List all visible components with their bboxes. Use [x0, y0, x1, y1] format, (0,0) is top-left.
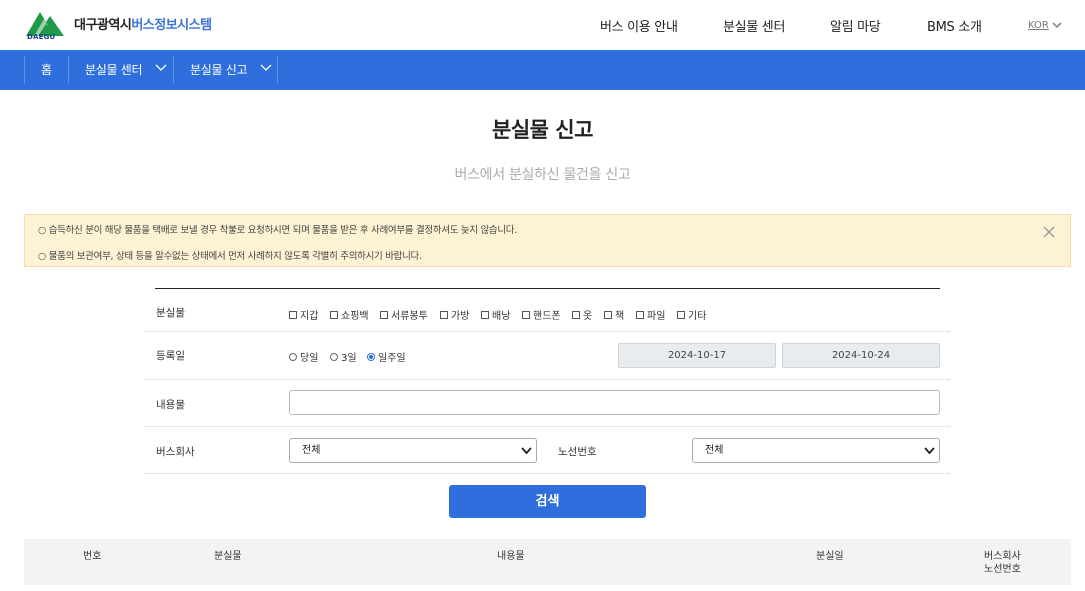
- radio-3-days[interactable]: 3일: [330, 349, 357, 364]
- checkbox-box[interactable]: [572, 310, 580, 319]
- close-icon[interactable]: [1043, 226, 1055, 238]
- results-table-header: 번호 분실물 내용물 분실일 버스회사 노선번호: [24, 539, 1071, 585]
- row-divider: [145, 473, 950, 474]
- logo-wordmark: DAEGU: [27, 33, 56, 41]
- checkbox-box[interactable]: [636, 310, 644, 319]
- checkbox-label: 기타: [688, 311, 707, 322]
- checkbox-label: 핸드폰: [533, 311, 561, 322]
- checkbox-label: 가방: [451, 311, 470, 322]
- radio-dot-selected[interactable]: [367, 352, 375, 361]
- checkbox-phone[interactable]: 핸드폰: [522, 307, 561, 322]
- column-header-content: 내용물: [497, 551, 525, 562]
- chevron-down-icon[interactable]: [260, 64, 272, 72]
- column-header-lost-date: 분실일: [816, 551, 844, 562]
- nav-divider: [24, 56, 25, 84]
- notice-line: ○ 물품의 보관여부, 상태 등을 알수없는 상태에서 먼저 사례하지 않도록 …: [38, 251, 422, 262]
- site-header: DAEGU 대구광역시버스정보시스템 버스 이용 안내 분실물 센터 알림 마당…: [0, 0, 1085, 50]
- checkbox-box[interactable]: [604, 310, 612, 319]
- select-value: 전체: [302, 445, 321, 456]
- checkbox-box[interactable]: [330, 310, 338, 319]
- checkbox-label: 지갑: [300, 311, 319, 322]
- checkbox-shopping-bag[interactable]: 쇼핑백: [330, 307, 369, 322]
- checkbox-label: 서류봉투: [391, 311, 428, 322]
- checkbox-box[interactable]: [522, 310, 530, 319]
- bus-company-select[interactable]: 전체: [289, 438, 537, 463]
- select-value: 전체: [705, 445, 724, 456]
- radio-dot[interactable]: [289, 352, 297, 361]
- checkbox-document-envelope[interactable]: 서류봉투: [380, 307, 428, 322]
- checkbox-other[interactable]: 기타: [677, 307, 706, 322]
- route-number-label: 노선번호: [558, 446, 597, 458]
- content-input[interactable]: [289, 390, 940, 415]
- radio-label: 일주일: [378, 353, 406, 364]
- checkbox-label: 책: [615, 311, 625, 322]
- chevron-down-icon[interactable]: [155, 64, 167, 72]
- row-divider: [145, 426, 950, 427]
- checkbox-file[interactable]: 파일: [636, 307, 665, 322]
- column-header-item: 분실물: [214, 551, 242, 562]
- checkbox-clothes[interactable]: 옷: [572, 307, 592, 322]
- breadcrumb-lost-found-center[interactable]: 분실물 센터: [85, 61, 143, 78]
- checkbox-box[interactable]: [380, 310, 388, 319]
- checkbox-box[interactable]: [677, 310, 685, 319]
- page-subtitle: 버스에서 분실하신 물건을 신고: [454, 167, 631, 183]
- checkbox-bag[interactable]: 가방: [440, 307, 469, 322]
- notice-line: ○ 습득하신 분이 해당 물품을 택배로 보낼 경우 착불로 요청하시면 되며 …: [38, 225, 517, 236]
- radio-label: 당일: [300, 353, 319, 364]
- notice-box: ○ 습득하신 분이 해당 물품을 택배로 보낼 경우 착불로 요청하시면 되며 …: [24, 214, 1071, 267]
- radio-1-week[interactable]: 일주일: [367, 349, 406, 364]
- column-header-bus-company: 버스회사: [984, 551, 1021, 562]
- checkbox-book[interactable]: 책: [604, 307, 624, 322]
- chevron-down-icon: [521, 447, 532, 455]
- checkbox-box[interactable]: [289, 310, 297, 319]
- item-type-label: 분실물: [156, 307, 185, 319]
- language-label: KOR: [1028, 20, 1049, 31]
- date-from-field[interactable]: 2024-10-17: [618, 343, 776, 368]
- row-divider: [145, 379, 950, 380]
- breadcrumb-bar: 홈 분실물 센터 분실물 신고: [0, 50, 1085, 90]
- gnb-bus-guide[interactable]: 버스 이용 안내: [600, 16, 678, 35]
- checkbox-box[interactable]: [440, 310, 448, 319]
- language-selector[interactable]: KOR: [1028, 20, 1062, 31]
- route-number-select[interactable]: 전체: [692, 438, 940, 463]
- gnb-notice[interactable]: 알림 마당: [830, 16, 881, 35]
- radio-dot[interactable]: [330, 352, 338, 361]
- checkbox-label: 옷: [583, 311, 593, 322]
- site-title[interactable]: 대구광역시버스정보시스템: [74, 14, 212, 33]
- form-top-border: [155, 288, 940, 289]
- checkbox-wallet[interactable]: 지갑: [289, 307, 318, 322]
- row-divider: [145, 331, 950, 332]
- chevron-down-icon: [924, 447, 935, 455]
- gnb-bms-intro[interactable]: BMS 소개: [927, 16, 982, 35]
- nav-divider: [277, 56, 278, 84]
- daegu-logo[interactable]: DAEGU: [24, 6, 70, 44]
- breadcrumb-home[interactable]: 홈: [41, 61, 52, 78]
- radio-label: 3일: [341, 353, 357, 364]
- nav-divider: [68, 56, 69, 84]
- breadcrumb-lost-item-report[interactable]: 분실물 신고: [190, 61, 248, 78]
- content-label: 내용물: [156, 399, 185, 411]
- chevron-down-icon: [1052, 22, 1062, 29]
- checkbox-box[interactable]: [481, 310, 489, 319]
- checkbox-label: 파일: [647, 311, 666, 322]
- checkbox-label: 배낭: [492, 311, 511, 322]
- column-header-route-number: 노선번호: [984, 564, 1021, 575]
- date-to-field[interactable]: 2024-10-24: [782, 343, 940, 368]
- site-title-main: 대구광역시: [74, 18, 132, 33]
- checkbox-label: 쇼핑백: [341, 311, 369, 322]
- search-button[interactable]: 검색: [449, 485, 646, 518]
- nav-divider: [173, 56, 174, 84]
- site-title-accent: 버스정보시스템: [131, 18, 212, 33]
- gnb-lost-found-center[interactable]: 분실물 센터: [723, 16, 785, 35]
- radio-today[interactable]: 당일: [289, 349, 318, 364]
- bus-company-label: 버스회사: [156, 446, 195, 458]
- date-label: 등록일: [156, 350, 185, 362]
- checkbox-backpack[interactable]: 배낭: [481, 307, 510, 322]
- column-header-number: 번호: [83, 551, 102, 562]
- page-title: 분실물 신고: [492, 118, 593, 142]
